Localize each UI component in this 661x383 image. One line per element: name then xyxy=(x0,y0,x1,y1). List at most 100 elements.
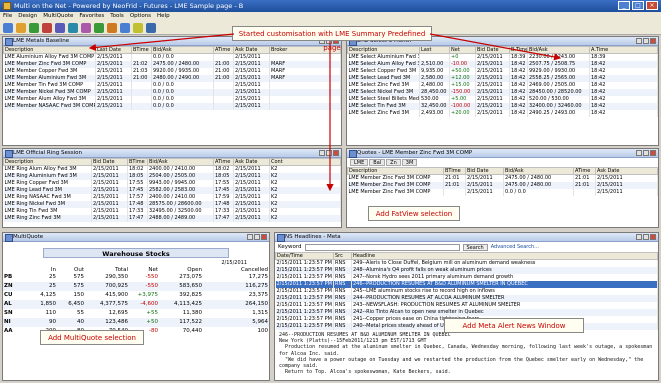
table-row[interactable]: SN 110 55 12,695 +55 11,380 1,315 xyxy=(3,309,269,318)
column-header[interactable]: Last xyxy=(419,46,450,54)
column-header[interactable]: Net xyxy=(449,46,476,54)
tab-bal[interactable]: Bal xyxy=(369,159,386,166)
column-header[interactable]: ATime xyxy=(213,158,234,166)
table-row[interactable]: LME Ring Aluminium Fwd 3M 2/15/2011 18:05 2… xyxy=(3,173,341,180)
table-row[interactable]: LME Member Tin Fwd 3M COMP 2/15/2011 0.0 /… xyxy=(3,82,341,89)
menu-design[interactable]: Design xyxy=(18,12,37,21)
column-header[interactable]: ATime xyxy=(213,46,234,54)
table-row[interactable]: LME Member Zinc Fwd 3M COMP 21:01 2/15/201… xyxy=(347,182,658,189)
menu-favorites[interactable]: Favorites xyxy=(79,12,104,21)
quote-icon[interactable] xyxy=(42,23,52,33)
calculator-icon[interactable] xyxy=(107,23,117,33)
column-header[interactable]: Description xyxy=(3,158,92,166)
table-row[interactable]: LME Ring Tin Fwd 3M 2/15/2011 17:33 32495.0… xyxy=(3,208,341,215)
column-header[interactable]: Net xyxy=(129,266,159,273)
help-icon[interactable] xyxy=(146,23,156,33)
table-row[interactable]: LME Ring Nickel Fwd 3M 2/15/2011 17:48 2857… xyxy=(3,201,341,208)
table-row[interactable]: 2/15/2011 1:23:57 PM RNS 246--PRODUCTION R… xyxy=(275,281,658,288)
table-row[interactable]: LME Select Zinc Fwd 3M 2,493.00 +20.00 2/15… xyxy=(347,110,658,117)
search-button[interactable]: Search xyxy=(462,243,488,251)
table-row[interactable]: 2/15/2011 1:23:57 PM RNS 248--Alumina's Q4… xyxy=(275,267,658,274)
close-icon[interactable] xyxy=(333,150,339,156)
column-header[interactable]: BTime xyxy=(443,167,466,175)
column-header[interactable]: Headline xyxy=(351,252,658,260)
table-row[interactable]: ZN 25 575 700,925 -550 583,650 116,275 xyxy=(3,282,269,291)
column-header[interactable]: Bid Date xyxy=(91,158,128,166)
table-row[interactable]: LME Member Nickel Fwd 3M COMP 2/15/2011 0.… xyxy=(3,89,341,96)
column-header[interactable]: BTime xyxy=(131,46,152,54)
new-page-icon[interactable] xyxy=(3,23,13,33)
table-row[interactable]: LME Aluminium Alloy Fwd 3M COMP 2/15/2011… xyxy=(3,53,341,61)
table-row[interactable]: LME Select Lead Fwd 3M 2,580.00 +12.00 2/15… xyxy=(347,75,658,82)
table-row[interactable]: 2/15/2011 1:23:57 PM RNS 247--Norsk Hydro … xyxy=(275,274,658,281)
column-header[interactable]: Out xyxy=(57,266,85,273)
maximize-button[interactable]: □ xyxy=(632,1,644,10)
table-row[interactable]: 2/15/2011 1:23:57 PM RNS 242--Rio Tinto Al… xyxy=(275,309,658,316)
minimize-icon[interactable] xyxy=(636,150,642,156)
table-row[interactable]: LME Member Zinc Fwd 3M COMP 21:01 2/15/201… xyxy=(347,174,658,182)
table-row[interactable]: LME Ring NASAAC Fwd 3M 2/15/2011 17:57 2400… xyxy=(3,194,341,201)
minimize-icon[interactable] xyxy=(636,234,642,240)
table-row[interactable]: LME Select Alum Alloy Fwd 3M 2,510.00 -10.… xyxy=(347,61,658,68)
table-row[interactable]: LME Ring Zinc Fwd 3M 2/15/2011 17:47 2488.0… xyxy=(3,215,341,222)
table-row[interactable]: 2/15/2011 1:23:57 PM RNS 244--PRODUCTION R… xyxy=(275,295,658,302)
column-header[interactable]: Description xyxy=(3,46,96,54)
column-header[interactable]: Ask Date xyxy=(233,46,270,54)
close-icon[interactable] xyxy=(650,150,656,156)
column-header[interactable]: Last Date xyxy=(95,46,132,54)
table-row[interactable]: PB 25 575 290,350 -550 273,075 17,275 xyxy=(3,273,269,282)
column-header[interactable]: Src xyxy=(333,252,352,260)
news-icon[interactable] xyxy=(68,23,78,33)
chart-icon[interactable] xyxy=(55,23,65,33)
table-row[interactable]: LME Ring Copper Fwd 3M 2/15/2011 17:55 9943… xyxy=(3,180,341,187)
column-header[interactable]: B.Time xyxy=(509,46,528,54)
table-row[interactable]: LME Select Steel Billets Medit 530.00 +5.0… xyxy=(347,96,658,103)
table-row[interactable]: LME Select Tin Fwd 3M 32,450.00 -100.00 2/1… xyxy=(347,103,658,110)
minimize-button[interactable]: _ xyxy=(618,1,630,10)
menu-file[interactable]: File xyxy=(3,12,12,21)
column-header[interactable]: Bid Date xyxy=(465,167,504,175)
minimize-icon[interactable] xyxy=(319,150,325,156)
table-row[interactable]: 2/15/2011 1:23:57 PM RNS 243--NEWSFLASH: P… xyxy=(275,302,658,309)
keyword-input[interactable] xyxy=(304,243,460,251)
close-button[interactable]: × xyxy=(646,1,658,10)
maximize-icon[interactable] xyxy=(326,150,332,156)
advanced-search-link[interactable]: Advanced Search... xyxy=(491,244,539,250)
table-row[interactable]: NI 90 40 123,486 +50 117,522 5,964 xyxy=(3,318,269,327)
table-row[interactable]: LME Member Aluminium Fwd 3M 2/15/2011 21:0… xyxy=(3,75,341,82)
maximize-icon[interactable] xyxy=(643,234,649,240)
column-header[interactable]: Cont xyxy=(269,158,341,166)
table-row[interactable]: LME Ring Alum Alloy Fwd 3M 2/15/2011 18:02… xyxy=(3,165,341,173)
column-header[interactable]: Cancelled xyxy=(203,266,269,273)
favorites-icon[interactable] xyxy=(133,23,143,33)
table-icon[interactable] xyxy=(94,23,104,33)
maximize-icon[interactable] xyxy=(643,150,649,156)
column-header[interactable]: ATime xyxy=(573,167,596,175)
column-header[interactable]: Ask Date xyxy=(233,158,270,166)
table-row[interactable]: AL 1,850 6,450 4,377,575 -4,600 4,113,425 264,… xyxy=(3,300,269,309)
column-header[interactable]: Open xyxy=(159,266,203,273)
menu-options[interactable]: Options xyxy=(130,12,151,21)
window-icon[interactable] xyxy=(120,23,130,33)
table-row[interactable]: LME Select Nickel Fwd 3M 28,450.00 -150.00… xyxy=(347,89,658,96)
maximize-icon[interactable] xyxy=(254,234,260,240)
table-row[interactable]: LME Select Copper Fwd 3M 9,935.00 +50.00 2/… xyxy=(347,68,658,75)
tab-lme[interactable]: LME xyxy=(350,159,369,166)
column-header[interactable]: Description xyxy=(347,46,420,54)
column-header[interactable]: A.Time xyxy=(589,46,658,54)
column-header[interactable] xyxy=(3,266,29,273)
maximize-icon[interactable] xyxy=(643,38,649,44)
minimize-icon[interactable] xyxy=(636,38,642,44)
table-row[interactable]: LME Member Zinc Fwd 3M COMP 2/15/2011 21:0… xyxy=(3,61,341,68)
table-row[interactable]: CU 4,125 150 415,900 +3,975 392,825 23,375 xyxy=(3,291,269,300)
column-header[interactable]: Ask Date xyxy=(595,167,658,175)
save-icon[interactable] xyxy=(29,23,39,33)
column-header[interactable]: Bid/Ask xyxy=(503,167,574,175)
table-row[interactable]: LME Member Copper Fwd 3M 2/15/2011 21:03 99… xyxy=(3,68,341,75)
table-row[interactable]: LME Member Zinc Fwd 3M COMP 2/15/2011 0.0 … xyxy=(347,189,658,196)
column-header[interactable]: Bid Date xyxy=(475,46,510,54)
column-header[interactable]: Date/Time xyxy=(275,252,334,260)
table-row[interactable]: LME Select Aluminium Fwd 3M +0 2/15/2011 18… xyxy=(347,53,658,61)
column-header[interactable]: Bid/Ask xyxy=(151,46,214,54)
table-row[interactable]: LME Member Alum Alloy Fwd 3M 2/15/2011 0.0… xyxy=(3,96,341,103)
